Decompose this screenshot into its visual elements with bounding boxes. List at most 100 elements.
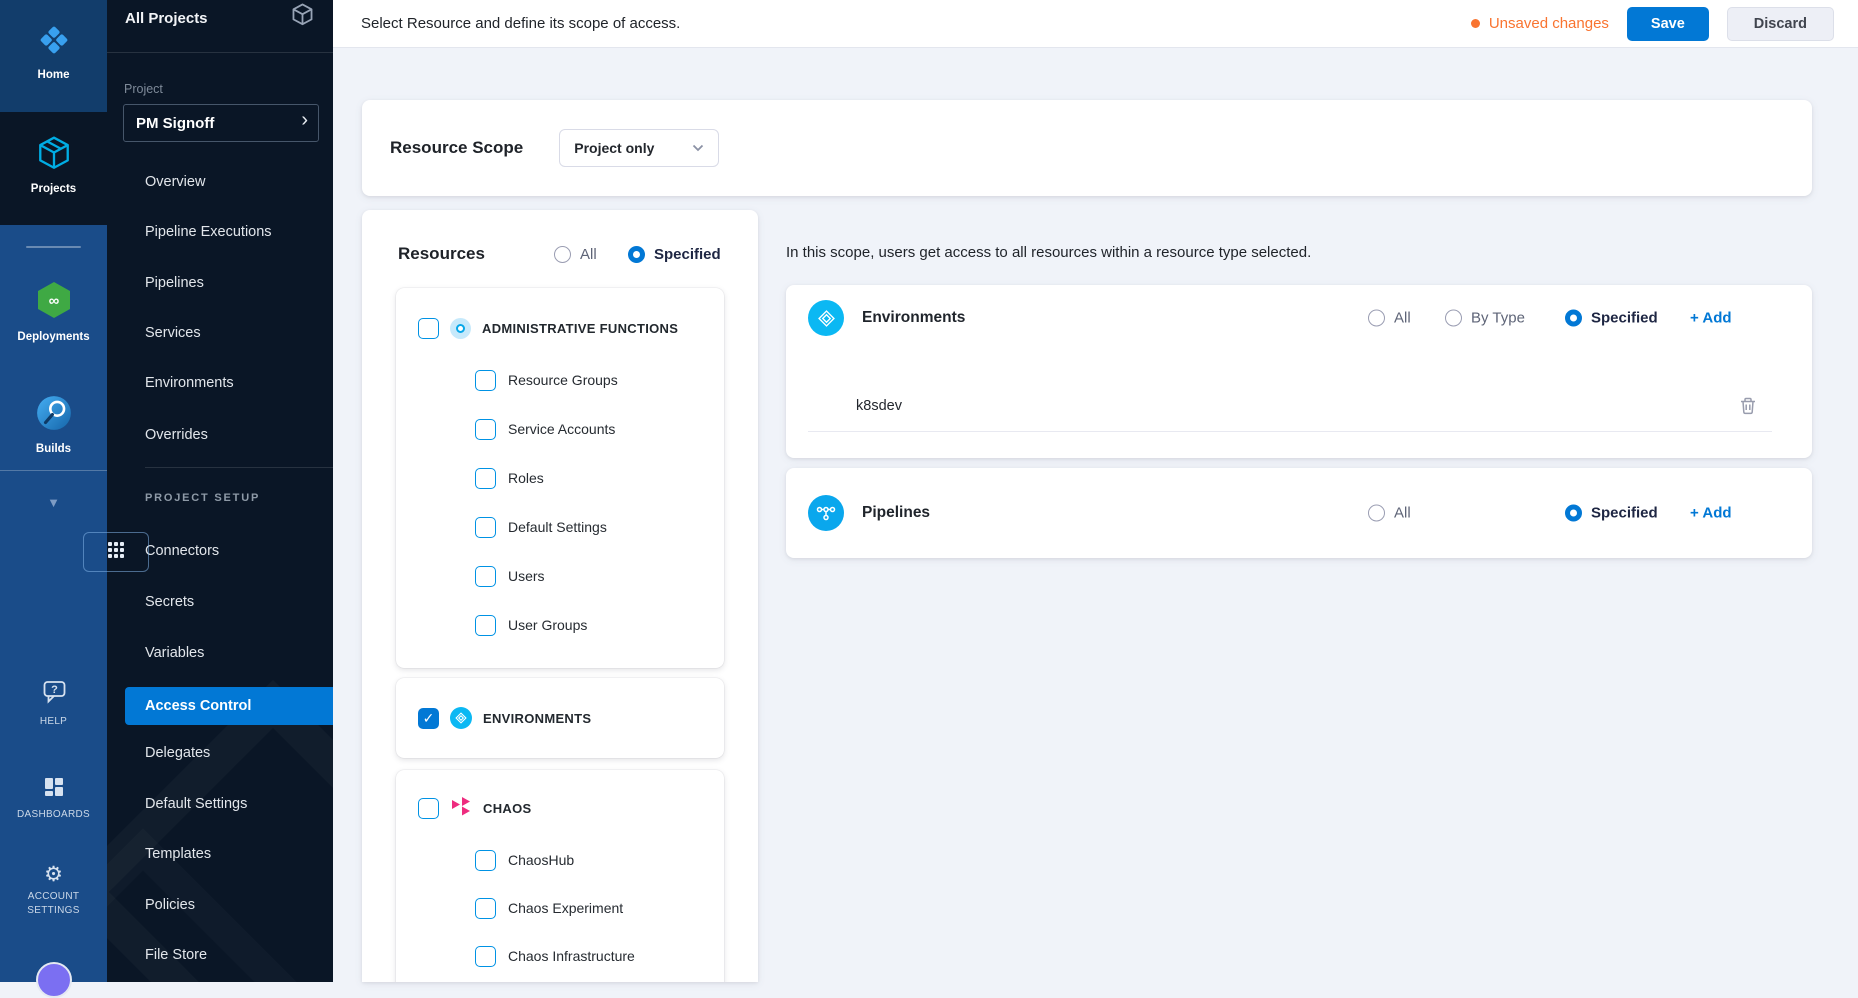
pipelines-radio-all[interactable]: All: [1368, 505, 1411, 522]
checkbox-chaoshub[interactable]: [475, 850, 496, 871]
project-cube-icon[interactable]: [290, 2, 315, 32]
svg-text:∞: ∞: [48, 293, 59, 310]
deployments-icon: ∞: [34, 280, 74, 325]
checkbox-administrative-functions[interactable]: [418, 318, 439, 339]
scope-dropdown[interactable]: Project only: [559, 129, 719, 167]
resource-scope-title: Resource Scope: [390, 138, 523, 158]
environments-radio-by-type[interactable]: By Type: [1445, 310, 1525, 327]
sidebar-top-divider: [107, 52, 333, 53]
nav-deployments-label: Deployments: [17, 331, 89, 343]
rail-collapse-chevron[interactable]: ▼: [0, 470, 107, 533]
sidebar-item-overrides[interactable]: Overrides: [145, 427, 208, 443]
all-projects-link[interactable]: All Projects: [125, 10, 208, 27]
module-grid-button[interactable]: [83, 532, 149, 572]
checkbox-chaos[interactable]: [418, 798, 439, 819]
radio-label: All: [1394, 310, 1411, 327]
checkbox-resource-groups[interactable]: [475, 370, 496, 391]
environments-card-header: Environments All By Type Specified + Add: [786, 285, 1812, 351]
nav-home[interactable]: Home: [0, 22, 107, 81]
checkbox-environments[interactable]: ✓: [418, 708, 439, 729]
discard-button[interactable]: Discard: [1727, 7, 1834, 41]
checkbox-service-accounts[interactable]: [475, 419, 496, 440]
sidebar-item-overview[interactable]: Overview: [145, 174, 205, 190]
main-content: Resource Scope Project only Resources Al…: [333, 47, 1858, 982]
sidebar-item-connectors[interactable]: Connectors: [145, 543, 219, 559]
page-title: Select Resource and define its scope of …: [361, 0, 680, 47]
dashboards-icon: [43, 776, 65, 803]
checkbox-user-groups[interactable]: [475, 615, 496, 636]
sidebar-item-secrets[interactable]: Secrets: [145, 594, 194, 610]
checkbox-chaos-experiment[interactable]: [475, 898, 496, 919]
pipelines-card-header: Pipelines All Specified + Add: [786, 468, 1812, 558]
sub-item-chaoshub: ChaosHub: [475, 846, 574, 874]
sidebar-item-environments[interactable]: Environments: [145, 375, 234, 391]
module-rail: Home Projects ∞ Deployments Builds ▼ ? H…: [0, 0, 107, 982]
sub-item-chaos-experiment: Chaos Experiment: [475, 894, 623, 922]
group-card-administrative-functions: ADMINISTRATIVE FUNCTIONS Resource Groups…: [396, 288, 724, 668]
sub-item-label: Service Accounts: [508, 421, 615, 437]
save-button[interactable]: Save: [1627, 7, 1709, 41]
resources-radio-all[interactable]: All: [554, 246, 597, 263]
scope-dropdown-value: Project only: [574, 140, 654, 156]
nav-help[interactable]: ? HELP: [0, 680, 107, 729]
sub-item-default-settings: Default Settings: [475, 513, 607, 541]
nav-dashboards-label: DASHBOARDS: [11, 808, 97, 822]
checkbox-chaos-infrastructure[interactable]: [475, 946, 496, 967]
sidebar-item-templates[interactable]: Templates: [145, 846, 211, 862]
nav-projects-label: Projects: [31, 183, 76, 195]
project-sidebar: All Projects Project PM Signoff › Overvi…: [107, 0, 333, 982]
environments-add-button[interactable]: + Add: [1690, 310, 1732, 327]
sidebar-item-policies[interactable]: Policies: [145, 897, 195, 913]
resources-radio-specified[interactable]: Specified: [628, 246, 721, 263]
sidebar-item-delegates[interactable]: Delegates: [145, 745, 210, 761]
project-selector[interactable]: PM Signoff ›: [123, 104, 319, 142]
nav-builds[interactable]: Builds: [0, 394, 107, 455]
environments-icon: [450, 707, 472, 729]
checkbox-users[interactable]: [475, 566, 496, 587]
chevron-down-icon: [692, 139, 704, 157]
sub-item-resource-groups: Resource Groups: [475, 366, 618, 394]
resource-scope-card: Resource Scope Project only: [362, 100, 1812, 196]
checkbox-default-settings[interactable]: [475, 517, 496, 538]
environments-radio-all[interactable]: All: [1368, 310, 1411, 327]
radio-selected-icon: [1565, 505, 1582, 522]
gear-icon: ⚙: [44, 864, 63, 885]
nav-deployments[interactable]: ∞ Deployments: [0, 280, 107, 343]
sidebar-item-pipelines[interactable]: Pipelines: [145, 275, 204, 291]
sidebar-item-services[interactable]: Services: [145, 325, 201, 341]
sub-item-roles: Roles: [475, 464, 544, 492]
sidebar-item-variables[interactable]: Variables: [145, 645, 204, 661]
sub-item-label: Resource Groups: [508, 372, 618, 388]
sub-item-label: ChaosHub: [508, 852, 574, 868]
apps-grid-icon: [107, 541, 125, 564]
nav-dashboards[interactable]: DASHBOARDS: [0, 776, 107, 822]
nav-projects[interactable]: Projects: [0, 134, 107, 195]
radio-unselected-icon: [1368, 505, 1385, 522]
sidebar-item-pipeline-executions[interactable]: Pipeline Executions: [145, 224, 272, 240]
unsaved-dot-icon: [1471, 19, 1480, 28]
radio-selected-icon: [628, 246, 645, 263]
pipelines-radio-specified[interactable]: Specified: [1565, 505, 1658, 522]
project-setup-header: PROJECT SETUP: [145, 492, 260, 504]
environments-card-title: Environments: [862, 309, 965, 327]
projects-icon: [35, 134, 73, 177]
user-avatar[interactable]: [36, 962, 72, 998]
sidebar-item-default-settings[interactable]: Default Settings: [145, 796, 247, 812]
environment-item-row: k8sdev: [808, 380, 1772, 432]
pipelines-card-title: Pipelines: [862, 504, 930, 522]
trash-icon[interactable]: [1738, 396, 1758, 416]
topbar: Select Resource and define its scope of …: [333, 0, 1858, 47]
resources-radio-specified-label: Specified: [654, 246, 721, 263]
sidebar-item-access-control[interactable]: Access Control: [125, 687, 333, 725]
nav-account-settings[interactable]: ⚙ ACCOUNT SETTINGS: [0, 864, 107, 917]
group-head-chaos: CHAOS: [418, 794, 714, 822]
sub-item-label: User Groups: [508, 617, 587, 633]
sidebar-item-file-store[interactable]: File Store: [145, 947, 207, 963]
nav-account-settings-label: ACCOUNT SETTINGS: [11, 890, 97, 917]
checkbox-roles[interactable]: [475, 468, 496, 489]
pipelines-add-button[interactable]: + Add: [1690, 505, 1732, 522]
home-icon: [36, 22, 72, 63]
environments-radio-specified[interactable]: Specified: [1565, 310, 1658, 327]
sub-item-users: Users: [475, 562, 545, 590]
unsaved-changes-indicator: Unsaved changes: [1471, 15, 1609, 32]
